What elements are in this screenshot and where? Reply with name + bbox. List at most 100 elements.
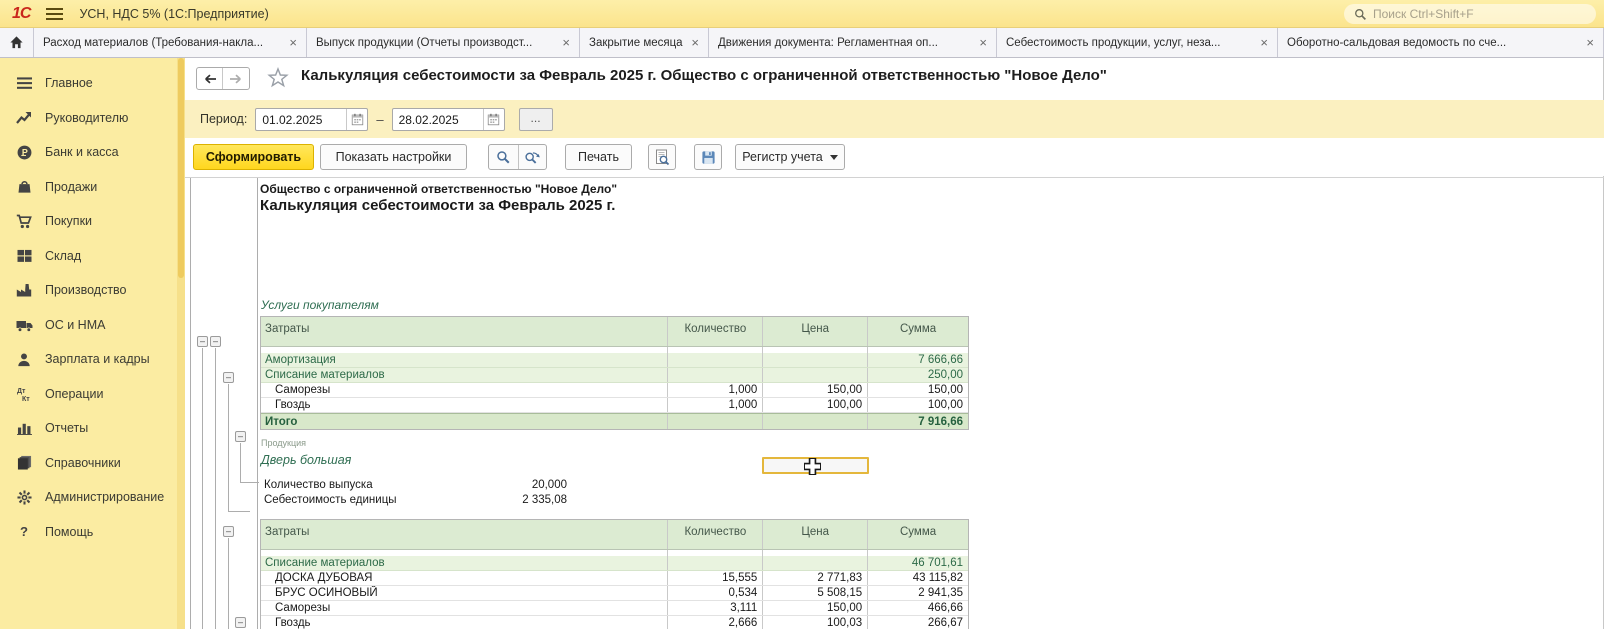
sidebar-item-proizvodstvo[interactable]: Производство <box>0 273 185 308</box>
find-next-button[interactable] <box>518 145 547 169</box>
generate-button[interactable]: Сформировать <box>193 144 314 170</box>
sidebar-item-pokupki[interactable]: Покупки <box>0 204 185 239</box>
sidebar-item-os-i-nma[interactable]: ОС и НМА <box>0 308 185 343</box>
home-icon <box>9 35 24 50</box>
barchart-icon <box>15 420 33 436</box>
cart-icon <box>15 213 33 229</box>
window-title: УСН, НДС 5% (1С:Предприятие) <box>79 7 268 21</box>
info-label: Количество выпуска <box>264 479 373 491</box>
table-row[interactable]: Гвоздь 2,666 100,03 266,67 <box>261 616 968 629</box>
preview-icon <box>654 149 670 166</box>
sidebar-item-prodazhi[interactable]: Продажи <box>0 170 185 205</box>
sidebar-item-otchety[interactable]: Отчеты <box>0 411 185 446</box>
report-heading: Калькуляция себестоимости за Февраль 202… <box>260 197 615 214</box>
sidebar-item-bank-i-kassa[interactable]: Р Банк и касса <box>0 135 185 170</box>
tab-zakrytie-mesyaca[interactable]: Закрытие месяца × <box>580 28 709 57</box>
table-row[interactable]: Амортизация 7 666,66 <box>261 353 968 368</box>
main-menu-icon[interactable] <box>46 8 63 20</box>
close-icon[interactable]: × <box>1586 35 1594 50</box>
table-row[interactable]: ДОСКА ДУБОВАЯ 15,555 2 771,83 43 115,82 <box>261 571 968 586</box>
close-icon[interactable]: × <box>1260 35 1268 50</box>
table-row[interactable]: Гвоздь 1,000 100,00 100,00 <box>261 398 968 413</box>
tab-sebestoimost[interactable]: Себестоимость продукции, услуг, неза... … <box>997 28 1278 57</box>
tree-line <box>228 511 250 512</box>
tab-osv[interactable]: Оборотно-сальдовая ведомость по сче... × <box>1278 28 1604 57</box>
sidebar-item-administrirovanie[interactable]: Администрирование <box>0 480 185 515</box>
calendar-icon[interactable] <box>483 109 504 130</box>
global-search-input[interactable]: Поиск Ctrl+Shift+F <box>1344 4 1596 24</box>
collapse-button[interactable]: – <box>235 617 246 628</box>
period-band: Период: 01.02.2025 – 28.02.2025 ... <box>185 100 1604 138</box>
table-total-row[interactable]: Итого 7 916,66 <box>261 413 968 429</box>
tree-border <box>257 178 258 629</box>
period-from-field[interactable]: 01.02.2025 <box>255 108 368 131</box>
period-to-field[interactable]: 28.02.2025 <box>392 108 505 131</box>
collapse-button[interactable]: – <box>197 336 208 347</box>
sidebar-item-spravochniki[interactable]: Справочники <box>0 446 185 481</box>
tab-rashod-materialov[interactable]: Расход материалов (Требования-накла... × <box>34 28 307 57</box>
section2-product-title: Дверь большая <box>261 453 351 467</box>
report-toolbar: Сформировать Показать настройки Печать Р… <box>185 138 1604 176</box>
calendar-icon[interactable] <box>346 109 367 130</box>
close-icon[interactable]: × <box>979 35 987 50</box>
back-button[interactable] <box>197 68 223 89</box>
main-panel: Калькуляция себестоимости за Февраль 202… <box>185 58 1604 629</box>
period-dash: – <box>376 112 383 127</box>
trend-icon <box>15 110 33 126</box>
table-row[interactable]: Списание материалов 250,00 <box>261 368 968 383</box>
find-button[interactable] <box>489 145 518 169</box>
sidebar-item-rukovoditelyu[interactable]: Руководителю <box>0 101 185 136</box>
close-icon[interactable]: × <box>691 35 699 50</box>
close-icon[interactable]: × <box>562 35 570 50</box>
collapse-button[interactable]: – <box>210 336 221 347</box>
costs-table-product: Затраты Количество Цена Сумма Списание м… <box>260 519 969 629</box>
sidebar-item-operacii[interactable]: ДтКт Операции <box>0 377 185 412</box>
favorite-star-icon[interactable] <box>267 67 289 93</box>
sidebar-item-glavnoe[interactable]: Главное <box>0 66 185 101</box>
nav-buttons <box>196 67 250 90</box>
table-row[interactable]: Списание материалов 46 701,61 <box>261 556 968 571</box>
forward-button[interactable] <box>223 68 249 89</box>
search-icon <box>1354 8 1367 21</box>
tab-vypusk-produkcii[interactable]: Выпуск продукции (Отчеты производст... × <box>307 28 580 57</box>
help-icon: ? <box>15 524 33 540</box>
tab-home[interactable] <box>0 28 34 57</box>
sidebar-item-zarplata-i-kadry[interactable]: Зарплата и кадры <box>0 342 185 377</box>
sidebar: Главное Руководителю Р Банк и касса Прод… <box>0 58 185 629</box>
top-bar: 1С УСН, НДС 5% (1С:Предприятие) Поиск Ct… <box>0 0 1604 28</box>
costs-table-services: Затраты Количество Цена Сумма Амортизаци… <box>260 316 969 430</box>
page-title: Калькуляция себестоимости за Февраль 202… <box>301 67 1107 84</box>
sidebar-scrollbar[interactable] <box>177 58 185 629</box>
collapse-button[interactable]: – <box>223 372 234 383</box>
books-icon <box>15 455 33 471</box>
table-row[interactable]: Саморезы 3,111 150,00 466,66 <box>261 601 968 616</box>
collapse-button[interactable]: – <box>223 526 234 537</box>
collapse-button[interactable]: – <box>235 431 246 442</box>
table-row[interactable]: Саморезы 1,000 150,00 150,00 <box>261 383 968 398</box>
cell-cursor-icon <box>802 456 823 477</box>
ruble-icon: Р <box>15 144 33 160</box>
save-button[interactable] <box>694 144 722 170</box>
1c-logo-icon: 1С <box>12 5 30 23</box>
svg-text:Кт: Кт <box>22 396 30 402</box>
tree-border <box>190 178 191 629</box>
sidebar-item-pomosch[interactable]: ? Помощь <box>0 515 185 550</box>
tab-dvizheniya-dokumenta[interactable]: Движения документа: Регламентная оп... × <box>709 28 997 57</box>
search-buttons-group <box>488 144 547 170</box>
table-row[interactable]: БРУС ОСИНОВЫЙ 0,534 5 508,15 2 941,35 <box>261 586 968 601</box>
period-more-button[interactable]: ... <box>519 108 553 131</box>
print-button[interactable]: Печать <box>565 144 632 170</box>
info-label: Себестоимость единицы <box>264 494 397 506</box>
svg-text:?: ? <box>20 524 28 539</box>
close-icon[interactable]: × <box>289 35 297 50</box>
print-preview-button[interactable] <box>648 144 676 170</box>
section2-small-label: Продукция <box>261 438 306 448</box>
sidebar-item-sklad[interactable]: Склад <box>0 239 185 274</box>
show-settings-button[interactable]: Показать настройки <box>320 144 467 170</box>
floppy-icon <box>701 150 716 165</box>
arrow-left-icon <box>203 73 217 85</box>
register-dropdown-button[interactable]: Регистр учета <box>735 144 845 170</box>
arrow-right-icon <box>229 73 243 85</box>
factory-icon <box>15 282 33 298</box>
tree-line <box>202 348 203 629</box>
